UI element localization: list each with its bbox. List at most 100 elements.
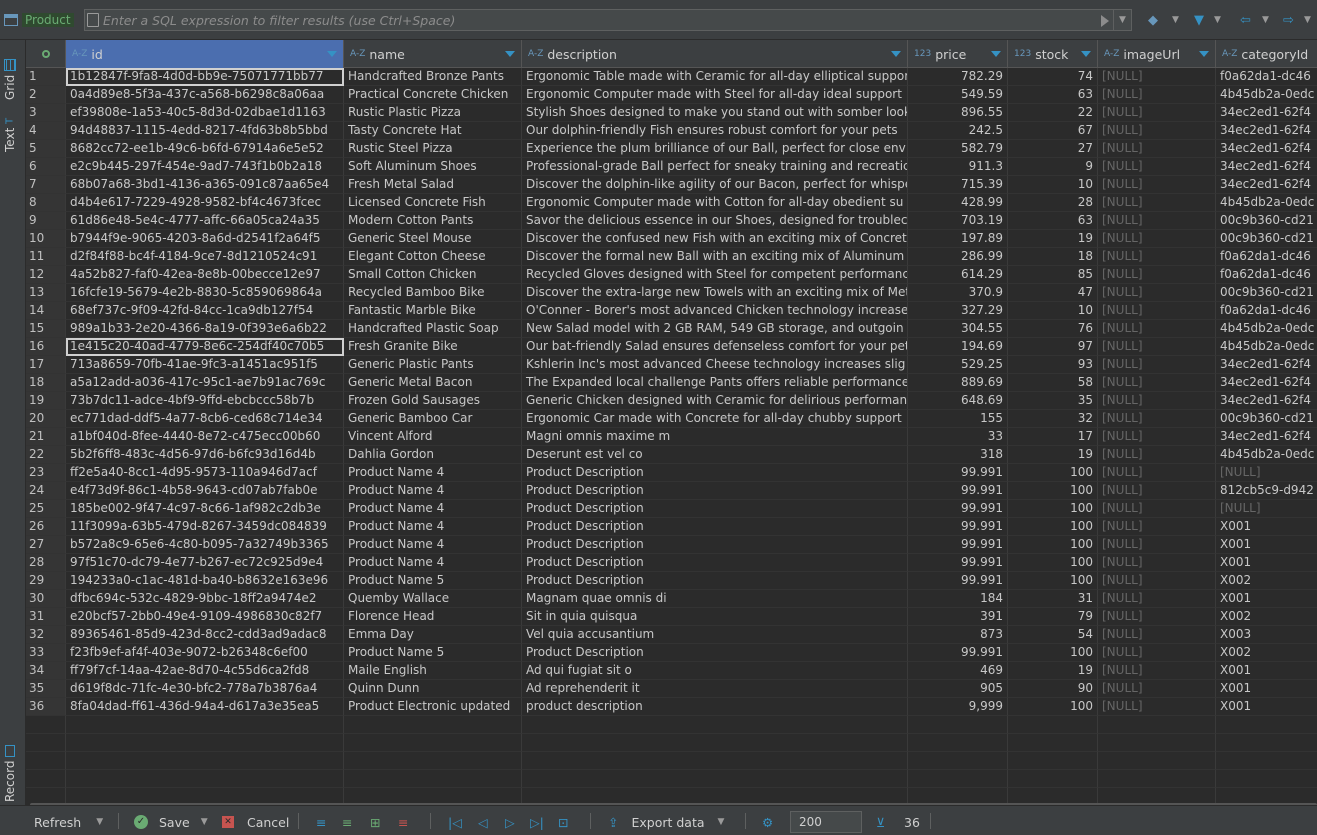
- table-cell[interactable]: [NULL]: [1098, 500, 1216, 518]
- table-cell[interactable]: 9: [1008, 158, 1098, 176]
- table-row[interactable]: 23 ff2e5a40-8cc1-4d95-9573-110a946d7acf Pr…: [26, 464, 1317, 482]
- table-cell[interactable]: 73b7dc11-adce-4bf9-9ffd-ebcbccc58b7b: [66, 392, 344, 410]
- table-cell[interactable]: 0a4d89e8-5f3a-437c-a568-b6298c8a06aa: [66, 86, 344, 104]
- table-cell[interactable]: 896.55: [908, 104, 1008, 122]
- table-cell[interactable]: Quinn Dunn: [344, 680, 522, 698]
- table-cell[interactable]: Quemby Wallace: [344, 590, 522, 608]
- table-cell[interactable]: f0a62da1-dc46: [1216, 68, 1317, 86]
- table-cell[interactable]: Product Name 4: [344, 536, 522, 554]
- table-row[interactable]: 30 dfbc694c-532c-4829-9bbc-18ff2a9474e2 Qu…: [26, 590, 1317, 608]
- table-cell[interactable]: Our dolphin-friendly Fish ensures robust…: [522, 122, 908, 140]
- table-cell[interactable]: 32: [1008, 410, 1098, 428]
- table-cell[interactable]: [NULL]: [1098, 302, 1216, 320]
- table-cell[interactable]: X001: [1216, 536, 1317, 554]
- table-cell[interactable]: X002: [1216, 608, 1317, 626]
- table-cell[interactable]: 4b45db2a-0edc: [1216, 338, 1317, 356]
- table-cell[interactable]: [NULL]: [1098, 320, 1216, 338]
- table-cell[interactable]: Ergonomic Computer made with Cotton for …: [522, 194, 908, 212]
- table-cell[interactable]: 469: [908, 662, 1008, 680]
- table-cell[interactable]: Handcrafted Plastic Soap: [344, 320, 522, 338]
- table-cell[interactable]: 100: [1008, 500, 1098, 518]
- table-cell[interactable]: 100: [1008, 518, 1098, 536]
- table-cell[interactable]: Product Name 4: [344, 464, 522, 482]
- table-cell[interactable]: [NULL]: [1098, 464, 1216, 482]
- table-cell[interactable]: 11f3099a-63b5-479d-8267-3459dc084839: [66, 518, 344, 536]
- table-cell[interactable]: 304.55: [908, 320, 1008, 338]
- table-cell[interactable]: 00c9b360-cd21: [1216, 410, 1317, 428]
- table-row[interactable]: 1 1b12847f-9fa8-4d0d-bb9e-75071771bb77 Han…: [26, 68, 1317, 86]
- table-cell[interactable]: [NULL]: [1098, 554, 1216, 572]
- table-cell[interactable]: Sit in quia quisqua: [522, 608, 908, 626]
- table-cell[interactable]: 4b45db2a-0edc: [1216, 320, 1317, 338]
- sort-icon[interactable]: [505, 51, 515, 57]
- table-row[interactable]: 17 713a8659-70fb-41ae-9fc3-a1451ac951f5 Ge…: [26, 356, 1317, 374]
- table-cell[interactable]: f0a62da1-dc46: [1216, 302, 1317, 320]
- table-cell[interactable]: Kshlerin Inc's most advanced Cheese tech…: [522, 356, 908, 374]
- table-cell[interactable]: Rustic Steel Pizza: [344, 140, 522, 158]
- last-page-icon[interactable]: ▷|: [530, 813, 544, 831]
- table-cell[interactable]: 428.99: [908, 194, 1008, 212]
- table-cell[interactable]: 100: [1008, 554, 1098, 572]
- table-cell[interactable]: 10: [1008, 302, 1098, 320]
- table-cell[interactable]: 18: [1008, 248, 1098, 266]
- table-cell[interactable]: Discover the dolphin-like agility of our…: [522, 176, 908, 194]
- table-cell[interactable]: [NULL]: [1098, 248, 1216, 266]
- table-cell[interactable]: 90: [1008, 680, 1098, 698]
- table-cell[interactable]: [NULL]: [1098, 446, 1216, 464]
- table-cell[interactable]: Small Cotton Chicken: [344, 266, 522, 284]
- table-cell[interactable]: X001: [1216, 518, 1317, 536]
- sort-icon[interactable]: [1081, 51, 1091, 57]
- apply-filter-icon[interactable]: [1101, 15, 1109, 27]
- table-cell[interactable]: 89365461-85d9-423d-8cc2-cdd3ad9adac8: [66, 626, 344, 644]
- fetch-size-input[interactable]: 200: [790, 811, 862, 833]
- table-cell[interactable]: Discover the extra-large new Towels with…: [522, 284, 908, 302]
- table-cell[interactable]: [NULL]: [1098, 482, 1216, 500]
- table-cell[interactable]: Product Description: [522, 536, 908, 554]
- tab-text[interactable]: Text T: [3, 102, 17, 152]
- table-cell[interactable]: Ergonomic Table made with Ceramic for al…: [522, 68, 908, 86]
- table-cell[interactable]: 614.29: [908, 266, 1008, 284]
- table-row[interactable]: 26 11f3099a-63b5-479d-8267-3459dc084839 Pr…: [26, 518, 1317, 536]
- table-cell[interactable]: [NULL]: [1098, 608, 1216, 626]
- table-cell[interactable]: Product Description: [522, 518, 908, 536]
- table-cell[interactable]: Generic Bamboo Car: [344, 410, 522, 428]
- table-cell[interactable]: [NULL]: [1098, 392, 1216, 410]
- table-cell[interactable]: [NULL]: [1098, 122, 1216, 140]
- table-cell[interactable]: Product Name 4: [344, 554, 522, 572]
- table-cell[interactable]: 327.29: [908, 302, 1008, 320]
- table-cell[interactable]: Modern Cotton Pants: [344, 212, 522, 230]
- table-cell[interactable]: 4b45db2a-0edc: [1216, 86, 1317, 104]
- table-row[interactable]: 20 ec771dad-ddf5-4a77-8cb6-ced68c714e34 Ge…: [26, 410, 1317, 428]
- table-cell[interactable]: 1e415c20-40ad-4779-8e6c-254df40c70b5: [66, 338, 344, 356]
- table-cell[interactable]: Fresh Granite Bike: [344, 338, 522, 356]
- table-cell[interactable]: Frozen Gold Sausages: [344, 392, 522, 410]
- table-cell[interactable]: [NULL]: [1098, 284, 1216, 302]
- table-cell[interactable]: 54: [1008, 626, 1098, 644]
- table-cell[interactable]: [NULL]: [1216, 464, 1317, 482]
- table-cell[interactable]: 100: [1008, 698, 1098, 716]
- table-cell[interactable]: Ad qui fugiat sit o: [522, 662, 908, 680]
- export-data-button[interactable]: ⇪ Export data ▼: [608, 813, 724, 831]
- table-cell[interactable]: ff2e5a40-8cc1-4d95-9573-110a946d7acf: [66, 464, 344, 482]
- table-cell[interactable]: X002: [1216, 572, 1317, 590]
- table-row[interactable]: 8 d4b4e617-7229-4928-9582-bf4c4673fcec Lic…: [26, 194, 1317, 212]
- sort-icon[interactable]: [891, 51, 901, 57]
- table-cell[interactable]: [NULL]: [1098, 338, 1216, 356]
- table-cell[interactable]: 391: [908, 608, 1008, 626]
- table-cell[interactable]: 911.3: [908, 158, 1008, 176]
- table-cell[interactable]: f23fb9ef-af4f-403e-9072-b26348c6ef00: [66, 644, 344, 662]
- table-cell[interactable]: Product Electronic updated: [344, 698, 522, 716]
- table-cell[interactable]: ef39808e-1a53-40c5-8d3d-02dbae1d1163: [66, 104, 344, 122]
- table-row[interactable]: 12 4a52b827-faf0-42ea-8e8b-00becce12e97 Sm…: [26, 266, 1317, 284]
- table-cell[interactable]: [NULL]: [1098, 194, 1216, 212]
- table-cell[interactable]: 68b07a68-3bd1-4136-a365-091c87aa65e4: [66, 176, 344, 194]
- table-row[interactable]: 28 97f51c70-dc79-4e77-b267-ec72c925d9e4 Pr…: [26, 554, 1317, 572]
- chevron-down-icon[interactable]: ▼: [1172, 10, 1179, 30]
- table-cell[interactable]: 99.991: [908, 500, 1008, 518]
- first-page-icon[interactable]: |◁: [448, 813, 462, 831]
- table-cell[interactable]: 67: [1008, 122, 1098, 140]
- table-cell[interactable]: 5b2f6ff8-483c-4d56-97d6-b6fc93d16d4b: [66, 446, 344, 464]
- table-row[interactable]: 11 d2f84f88-bc4f-4184-9ce7-8d1210524c91 El…: [26, 248, 1317, 266]
- table-cell[interactable]: 19: [1008, 230, 1098, 248]
- table-cell[interactable]: Experience the plum brilliance of our Ba…: [522, 140, 908, 158]
